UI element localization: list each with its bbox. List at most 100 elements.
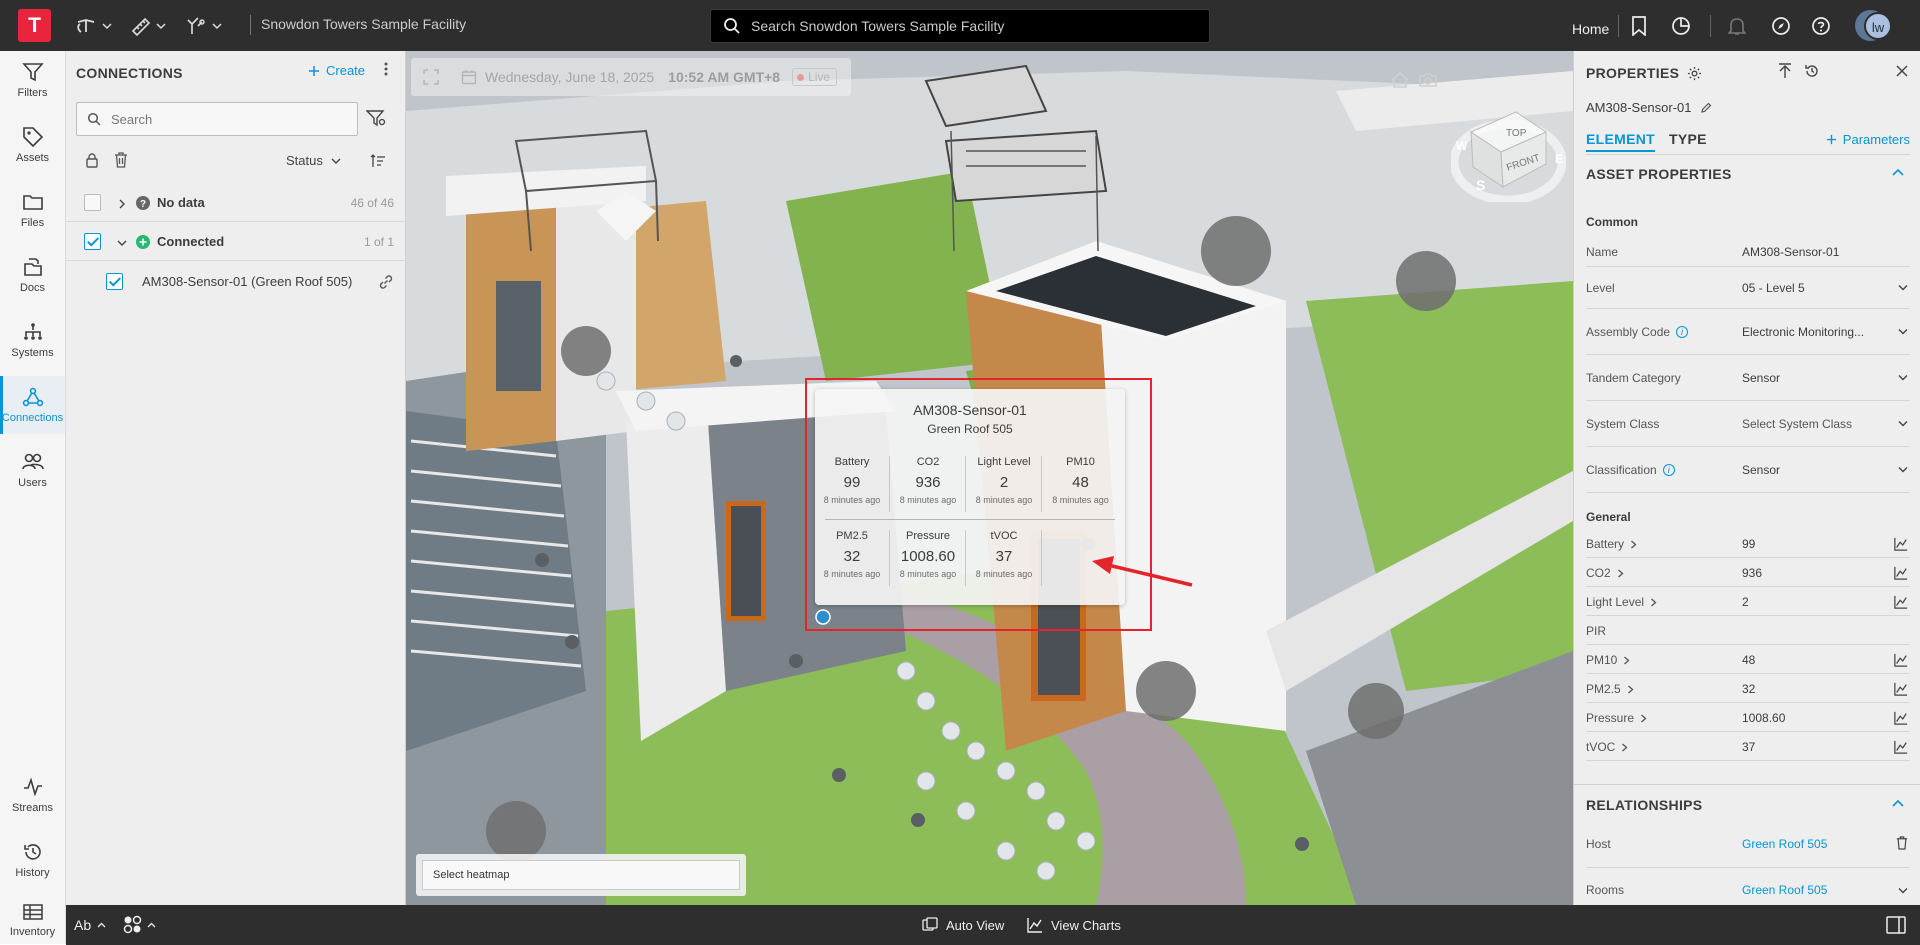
rail-item-history[interactable]: History [0, 831, 65, 889]
create-connection-button[interactable]: Create [308, 63, 365, 78]
measure-tool-dropdown[interactable] [130, 13, 166, 39]
scroll-to-top-icon[interactable] [1778, 63, 1792, 79]
live-badge[interactable]: Live [792, 68, 838, 86]
advanced-filter-button[interactable] [366, 109, 386, 127]
avatar[interactable]: lw [1864, 12, 1892, 40]
tab-type[interactable]: TYPE [1669, 131, 1707, 147]
rail-item-systems[interactable]: Systems [0, 311, 65, 369]
line-chart-icon[interactable] [1894, 711, 1908, 725]
explore-button[interactable] [1770, 13, 1792, 39]
line-chart-icon[interactable] [1894, 595, 1908, 609]
group-checkbox[interactable] [84, 233, 101, 250]
camera-icon[interactable] [1418, 71, 1438, 89]
group-checkbox[interactable] [84, 194, 101, 211]
calendar-icon[interactable] [461, 69, 477, 85]
property-value[interactable]: Select System Class [1742, 417, 1852, 431]
chevron-down-icon[interactable] [1898, 420, 1908, 427]
info-icon[interactable]: i [1676, 326, 1689, 338]
dashboard-button[interactable] [1670, 13, 1692, 39]
panel-toggle-icon[interactable] [1886, 916, 1906, 934]
relationship-row-host[interactable]: Host Green Roof 505 [1586, 822, 1910, 868]
rail-item-assets[interactable]: Assets [0, 116, 65, 174]
sort-order-button[interactable] [370, 154, 386, 168]
chevron-right-icon[interactable] [118, 199, 126, 209]
property-row-pressure[interactable]: Pressure 1008.60 [1586, 703, 1910, 732]
chevron-right-icon[interactable] [1617, 569, 1624, 578]
auto-view-button[interactable]: Auto View [922, 917, 1004, 933]
timeline-time[interactable]: 10:52 AM GMT+8 [668, 69, 780, 85]
property-value[interactable]: Sensor [1742, 463, 1780, 477]
chevron-down-icon[interactable] [1898, 887, 1908, 894]
link-lock-icon[interactable] [84, 152, 100, 168]
property-value[interactable]: Electronic Monitoring... [1742, 325, 1864, 339]
line-chart-icon[interactable] [1894, 682, 1908, 696]
property-value[interactable]: Sensor [1742, 371, 1780, 385]
view-charts-button[interactable]: View Charts [1027, 917, 1121, 933]
rail-item-connections[interactable]: Connections [0, 376, 65, 434]
property-row-co2[interactable]: CO2 936 [1586, 558, 1910, 587]
history-icon[interactable] [1804, 63, 1820, 79]
chevron-down-icon[interactable] [1898, 466, 1908, 473]
fullscreen-icon[interactable] [423, 69, 439, 85]
property-row-tandem-category[interactable]: Tandem Category Sensor [1586, 355, 1910, 401]
text-labels-toggle[interactable]: Ab [74, 917, 106, 933]
chevron-down-icon[interactable] [1898, 374, 1908, 381]
link-icon[interactable] [378, 274, 394, 290]
property-row-name[interactable]: Name AM308-Sensor-01 [1586, 237, 1910, 267]
line-chart-icon[interactable] [1894, 566, 1908, 580]
property-row-pm10[interactable]: PM10 48 [1586, 645, 1910, 674]
tab-element[interactable]: ELEMENT [1586, 131, 1655, 152]
property-row-classification[interactable]: Classification i Sensor [1586, 447, 1910, 493]
chevron-right-icon[interactable] [1627, 685, 1634, 694]
connections-search[interactable] [76, 102, 358, 136]
property-row-assembly-code[interactable]: Assembly Code i Electronic Monitoring... [1586, 309, 1910, 355]
chevron-right-icon[interactable] [1650, 598, 1657, 607]
more-options-button[interactable] [384, 62, 388, 76]
home-view-icon[interactable] [1390, 71, 1410, 89]
info-icon[interactable]: i [1662, 464, 1675, 476]
add-parameters-button[interactable]: Parameters [1826, 132, 1910, 147]
timeline-date[interactable]: Wednesday, June 18, 2025 [485, 69, 654, 85]
rail-item-inventory[interactable]: Inventory [0, 896, 66, 944]
chevron-down-icon[interactable] [1898, 284, 1908, 291]
chevron-right-icon[interactable] [1630, 540, 1637, 549]
asset-properties-header[interactable]: ASSET PROPERTIES [1586, 166, 1910, 182]
connection-item[interactable]: AM308-Sensor-01 (Green Roof 505) [66, 262, 406, 300]
status-sort-dropdown[interactable]: Status [286, 153, 341, 168]
property-row-pir[interactable]: PIR [1586, 616, 1910, 645]
connections-search-input[interactable] [111, 111, 341, 127]
home-link[interactable]: Home [1572, 16, 1609, 42]
viewcube[interactable]: TOP FRONT S W E [1451, 92, 1566, 202]
help-button[interactable] [1810, 13, 1832, 39]
rail-item-docs[interactable]: Docs [0, 246, 65, 304]
chevron-right-icon[interactable] [1623, 656, 1630, 665]
chevron-right-icon[interactable] [1621, 743, 1628, 752]
relationship-link[interactable]: Green Roof 505 [1742, 837, 1827, 851]
bookmark-button[interactable] [1628, 13, 1650, 39]
rail-item-streams[interactable]: Streams [0, 766, 65, 824]
heatmap-selector[interactable]: Select heatmap [416, 854, 746, 896]
chevron-down-icon[interactable] [1898, 328, 1908, 335]
gear-icon[interactable] [1687, 66, 1702, 81]
close-icon[interactable] [1896, 65, 1908, 77]
rail-item-files[interactable]: Files [0, 181, 65, 239]
line-chart-icon[interactable] [1894, 653, 1908, 667]
app-logo[interactable]: T [18, 9, 51, 42]
sensor-tooltip-card[interactable]: AM308-Sensor-01 Green Roof 505 Battery 9… [815, 389, 1125, 605]
section-tool-dropdown[interactable] [186, 13, 222, 39]
navigation-tool-dropdown[interactable] [74, 13, 112, 39]
property-row-system-class[interactable]: System Class Select System Class [1586, 401, 1910, 447]
property-row-pm2-5[interactable]: PM2.5 32 [1586, 674, 1910, 703]
trash-icon[interactable] [114, 152, 128, 168]
chevron-right-icon[interactable] [1640, 714, 1647, 723]
global-search-input[interactable] [751, 18, 1191, 34]
heatmap-dropdown[interactable]: Select heatmap [422, 860, 740, 890]
trash-icon[interactable] [1896, 836, 1908, 850]
property-value[interactable]: AM308-Sensor-01 [1742, 245, 1839, 259]
rail-item-users[interactable]: Users [0, 441, 65, 499]
display-mode-toggle[interactable] [123, 915, 156, 935]
notifications-button[interactable] [1726, 13, 1748, 39]
property-row-light-level[interactable]: Light Level 2 [1586, 587, 1910, 616]
global-search[interactable] [710, 9, 1210, 43]
relationship-link[interactable]: Green Roof 505 [1742, 883, 1827, 897]
